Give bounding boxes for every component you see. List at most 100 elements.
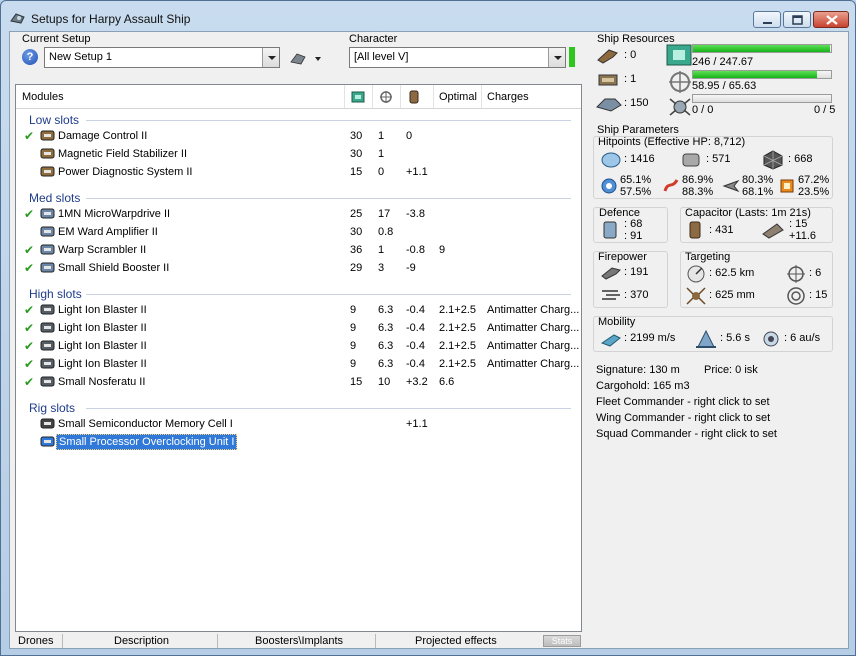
- module-online-check-icon[interactable]: ✔: [24, 357, 34, 371]
- module-online-check-icon[interactable]: ✔: [24, 375, 34, 389]
- title-bar[interactable]: Setups for Harpy Assault Ship: [1, 1, 855, 33]
- module-row[interactable]: Small Processor Overclocking Unit I: [16, 433, 581, 451]
- module-row[interactable]: ✔ 1MN MicroWarpdrive II 25 17 -3.8: [16, 205, 581, 223]
- module-row[interactable]: EM Ward Amplifier II 30 0.8: [16, 223, 581, 241]
- shield-icon: [601, 152, 621, 168]
- header-modules[interactable]: Modules: [22, 91, 64, 103]
- module-cpu: 29: [350, 262, 363, 274]
- kinetic-resist-a: 80.3%: [742, 174, 774, 186]
- module-powergrid: 6.3: [378, 322, 394, 334]
- cpu-icon[interactable]: [350, 90, 366, 104]
- module-row[interactable]: ✔ Small Nosferatu II 15 10 +3.2 6.6: [16, 373, 581, 391]
- sensor-strength-value: : 15: [809, 289, 828, 301]
- module-row[interactable]: ✔ Warp Scrambler II 36 1 -0.8 9: [16, 241, 581, 259]
- header-optimal[interactable]: Optimal: [439, 91, 477, 103]
- module-optimal: 6.6: [439, 376, 455, 388]
- wing-commander-text[interactable]: Wing Commander - right click to set: [596, 412, 770, 424]
- help-icon[interactable]: ?: [22, 49, 38, 65]
- module-row[interactable]: ✔ Light Ion Blaster II 9 6.3 -0.4 2.1+2.5 Anti…: [16, 301, 581, 319]
- ship-app-icon: [10, 13, 25, 24]
- calibration-value: : 150: [624, 97, 649, 109]
- fleet-commander-text[interactable]: Fleet Commander - right click to set: [596, 396, 770, 408]
- module-row[interactable]: ✔ Light Ion Blaster II 9 6.3 -0.4 2.1+2.5 Anti…: [16, 355, 581, 373]
- module-icon: [40, 340, 55, 351]
- turret-hardpoint-icon: [597, 49, 618, 64]
- module-online-check-icon[interactable]: ✔: [24, 321, 34, 335]
- character-select[interactable]: [All level V]: [349, 47, 566, 68]
- module-powergrid: 1: [378, 130, 385, 142]
- max-targets-value: : 6: [809, 267, 822, 279]
- module-online-check-icon[interactable]: ✔: [24, 243, 34, 257]
- module-icon: [40, 166, 55, 177]
- module-optimal: 2.1+2.5: [439, 340, 477, 352]
- maximize-button[interactable]: [783, 11, 811, 28]
- thermal-resist-icon: [663, 179, 679, 192]
- armor-icon: [682, 153, 700, 167]
- module-charges: Antimatter Charg...: [487, 340, 580, 352]
- tab-stats[interactable]: Stats: [543, 635, 581, 647]
- module-row[interactable]: ✔ Light Ion Blaster II 9 6.3 -0.4 2.1+2.5 Anti…: [16, 319, 581, 337]
- section-med-slots: Med slots: [29, 191, 81, 205]
- module-name: Small Processor Overclocking Unit I: [56, 434, 238, 450]
- cpu-bar: [692, 44, 832, 53]
- capacitor-amount-icon: [689, 221, 701, 239]
- module-icon: [40, 376, 55, 387]
- module-icon: [40, 148, 55, 159]
- module-name: 1MN MicroWarpdrive II: [58, 208, 171, 220]
- close-icon: [826, 15, 838, 25]
- module-cpu: 30: [350, 226, 363, 238]
- module-powergrid: 6.3: [378, 304, 394, 316]
- align-time-icon: [696, 329, 716, 348]
- ship-menu-button[interactable]: [289, 49, 325, 67]
- shield-boost-icon: [603, 221, 617, 239]
- module-icon: [40, 436, 55, 447]
- module-capacitor: -0.4: [406, 358, 425, 370]
- powergrid-resource-icon: [669, 71, 691, 93]
- explosive-resist-a: 67.2%: [798, 174, 830, 186]
- module-capacitor: -0.4: [406, 340, 425, 352]
- tab-boosters-implants[interactable]: Boosters\Implants: [255, 635, 343, 647]
- module-online-check-icon[interactable]: ✔: [24, 303, 34, 317]
- module-cpu: 9: [350, 358, 357, 370]
- tab-drones[interactable]: Drones: [18, 635, 53, 647]
- setups-window: Setups for Harpy Assault Ship Current Se…: [0, 0, 856, 656]
- armor-hp-value: : 571: [706, 153, 731, 165]
- module-row[interactable]: Magnetic Field Stabilizer II 30 1: [16, 145, 581, 163]
- module-online-check-icon[interactable]: ✔: [24, 207, 34, 221]
- tab-projected-effects[interactable]: Projected effects: [415, 635, 497, 647]
- module-row[interactable]: Power Diagnostic System II 15 0 +1.1: [16, 163, 581, 181]
- header-charges[interactable]: Charges: [487, 91, 529, 103]
- sensor-strength-icon: [787, 287, 805, 305]
- tab-description[interactable]: Description: [114, 635, 169, 647]
- module-powergrid: 6.3: [378, 340, 394, 352]
- scan-resolution-icon: [686, 287, 706, 305]
- price-text: Price: 0 isk: [704, 364, 758, 376]
- minimize-button[interactable]: [753, 11, 781, 28]
- module-online-check-icon[interactable]: ✔: [24, 261, 34, 275]
- module-row[interactable]: ✔ Small Shield Booster II 29 3 -9: [16, 259, 581, 277]
- module-row[interactable]: ✔ Light Ion Blaster II 9 6.3 -0.4 2.1+2.5 Anti…: [16, 337, 581, 355]
- module-capacitor: -0.8: [406, 244, 425, 256]
- defence-a-value: : 68: [624, 218, 643, 230]
- module-row[interactable]: ✔ Damage Control II 30 1 0: [16, 127, 581, 145]
- module-row[interactable]: Small Semiconductor Memory Cell I +1.1: [16, 415, 581, 433]
- module-online-check-icon[interactable]: ✔: [24, 129, 34, 143]
- module-cpu: 15: [350, 166, 363, 178]
- module-icon: [40, 226, 55, 237]
- firepower-title: Firepower: [598, 251, 647, 263]
- targeting-title: Targeting: [685, 251, 731, 263]
- scan-resolution-value: : 625 mm: [709, 289, 755, 301]
- close-button[interactable]: [813, 11, 849, 28]
- chevron-down-icon: [262, 48, 279, 67]
- module-capacitor: -9: [406, 262, 416, 274]
- launcher-hardpoints-value: : 1: [624, 73, 637, 85]
- module-online-check-icon[interactable]: ✔: [24, 339, 34, 353]
- module-cpu: 9: [350, 340, 357, 352]
- module-powergrid: 3: [378, 262, 385, 274]
- setup-select[interactable]: New Setup 1: [44, 47, 280, 68]
- squad-commander-text[interactable]: Squad Commander - right click to set: [596, 428, 777, 440]
- capacitor-icon[interactable]: [406, 90, 422, 104]
- powergrid-icon[interactable]: [378, 90, 394, 104]
- module-optimal: 2.1+2.5: [439, 358, 477, 370]
- em-resist-icon: [601, 178, 617, 194]
